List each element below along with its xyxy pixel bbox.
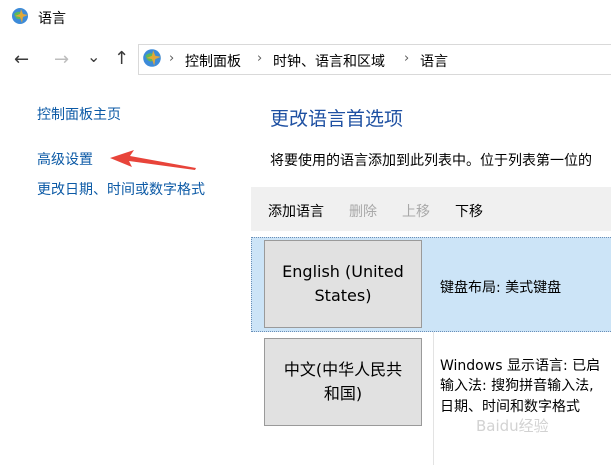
window-title: 语言 xyxy=(38,11,66,27)
page-title: 更改语言首选项 xyxy=(270,108,404,130)
up-arrow-icon[interactable]: ↑ xyxy=(114,49,129,69)
language-detail: 输入法: 搜狗拼音输入法, xyxy=(440,378,594,394)
sidebar-item-change-date-time-format[interactable]: 更改日期、时间或数字格式 xyxy=(37,179,205,199)
sidebar-item-advanced-settings[interactable]: 高级设置 xyxy=(37,149,93,169)
page-description: 将要使用的语言添加到此列表中。位于列表第一位的 xyxy=(270,153,592,169)
language-detail: 键盘布局: 美式键盘 xyxy=(440,280,562,296)
breadcrumb-separator-icon: › xyxy=(257,51,263,66)
language-detail: Windows 显示语言: 已启 xyxy=(440,358,601,374)
language-button-english[interactable]: English (United States) xyxy=(264,240,422,328)
breadcrumb-separator-icon: › xyxy=(404,51,410,66)
forward-arrow-icon[interactable]: → xyxy=(54,50,69,70)
move-up-button[interactable]: 上移 xyxy=(402,201,430,221)
add-language-button[interactable]: 添加语言 xyxy=(268,201,324,221)
language-name-line2: 和国) xyxy=(323,384,363,403)
move-down-button[interactable]: 下移 xyxy=(455,201,483,221)
recent-locations-chevron-icon[interactable]: ⌄ xyxy=(87,47,100,67)
language-detail: 日期、时间和数字格式 xyxy=(440,399,580,415)
watermark: Baidu经验 xyxy=(476,417,549,435)
breadcrumb-separator-icon: › xyxy=(169,51,175,66)
sidebar-item-control-panel-home[interactable]: 控制面板主页 xyxy=(37,104,121,124)
breadcrumb-clock-language-region[interactable]: 时钟、语言和区域 xyxy=(273,51,385,71)
remove-button[interactable]: 删除 xyxy=(349,201,377,221)
breadcrumb-language[interactable]: 语言 xyxy=(420,51,448,71)
row-divider xyxy=(433,332,434,465)
control-panel-globe-icon xyxy=(143,49,161,67)
annotation-arrow-icon xyxy=(110,150,196,170)
control-panel-globe-icon xyxy=(12,8,28,24)
language-button-chinese[interactable]: 中文(中华人民共 和国) xyxy=(264,338,422,426)
breadcrumb-control-panel[interactable]: 控制面板 xyxy=(185,51,241,71)
language-name-line1: 中文(中华人民共 xyxy=(283,360,403,379)
language-name-line1: English (United xyxy=(282,262,404,281)
language-name-line2: States) xyxy=(314,286,372,305)
back-arrow-icon[interactable]: ← xyxy=(14,50,29,70)
